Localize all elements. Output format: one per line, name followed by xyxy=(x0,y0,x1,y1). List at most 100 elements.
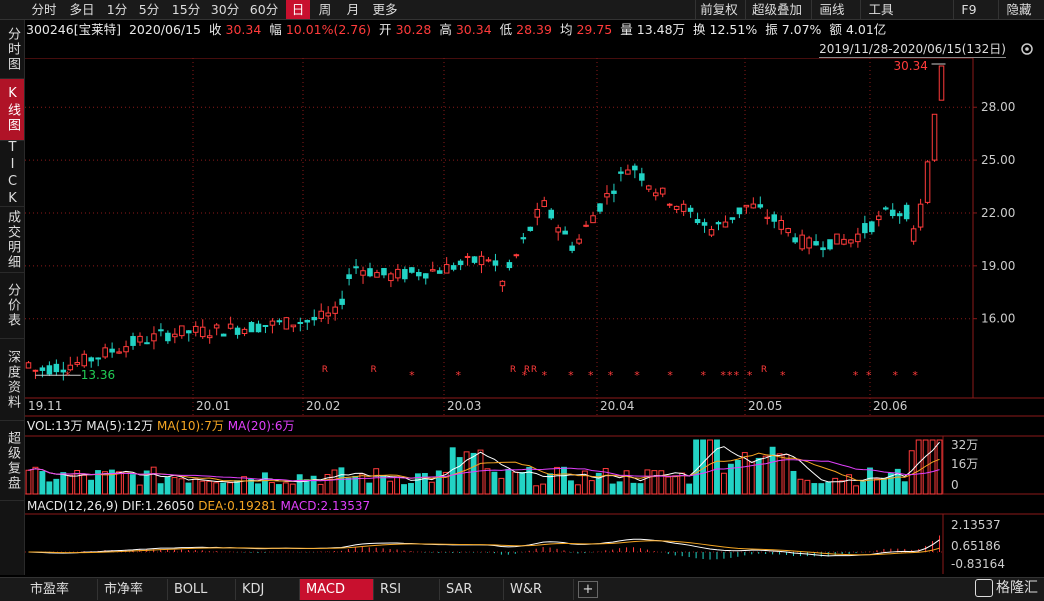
indicator-tab-4[interactable]: MACD xyxy=(300,579,374,600)
indicator-tab-2[interactable]: BOLL xyxy=(168,579,236,600)
timeframe-tab-5[interactable]: 30分 xyxy=(208,0,242,19)
candle-body xyxy=(764,216,771,219)
volume-bar xyxy=(915,439,922,495)
timeframe-tab-4[interactable]: 15分 xyxy=(166,0,206,19)
volume-legend: VOL:13万 MA(5):12万 MA(10):7万 MA(20):6万 xyxy=(27,418,295,434)
event-star-marker: * xyxy=(734,369,740,382)
vol-value: 13.48万 xyxy=(636,22,686,37)
volume-bar xyxy=(366,482,373,495)
left-tab-0[interactable]: 分时图 xyxy=(0,20,24,79)
candle-body xyxy=(903,204,910,220)
volume-bar xyxy=(39,471,46,495)
candle-body xyxy=(332,306,338,314)
toolbar-right-0[interactable]: 前复权 xyxy=(695,0,742,19)
date-tick-label: 20.02 xyxy=(306,399,340,413)
toolbar-right-5[interactable]: 隐藏 xyxy=(998,0,1039,19)
volume-bar xyxy=(839,480,846,495)
left-tab-1[interactable]: K线图 xyxy=(0,79,24,141)
timeframe-tab-9[interactable]: 月 xyxy=(340,0,366,19)
volume-bar xyxy=(554,466,560,495)
volume-bar xyxy=(867,467,873,495)
indicator-tab-6[interactable]: SAR xyxy=(440,579,504,600)
add-indicator-button[interactable]: + xyxy=(578,581,598,598)
candle-body xyxy=(687,207,694,212)
candle-body xyxy=(374,272,380,278)
indicator-tab-3[interactable]: KDJ xyxy=(236,579,300,600)
candle-body xyxy=(604,193,610,198)
volume-bar xyxy=(665,476,672,495)
candle-body xyxy=(290,324,297,328)
event-r-marker: R xyxy=(524,365,530,375)
candle-body xyxy=(576,238,582,244)
candle-body xyxy=(248,322,255,333)
candle-body xyxy=(172,333,178,338)
volume-bar xyxy=(394,476,401,495)
volume-bar xyxy=(853,485,860,495)
event-star-marker: * xyxy=(727,369,733,382)
timeframe-tab-6[interactable]: 60分 xyxy=(244,0,284,19)
toolbar-right-1[interactable]: 超级叠加 xyxy=(745,0,808,19)
volume-bar xyxy=(880,477,887,495)
vol-legend-ma5: MA(5):12万 xyxy=(86,419,154,433)
left-tab-6[interactable]: 超级复盘 xyxy=(0,421,24,501)
volume-bar xyxy=(832,477,839,495)
volume-bar xyxy=(268,482,275,495)
price-tick-label: 16.00 xyxy=(981,312,1015,326)
volume-bar xyxy=(60,472,67,495)
timeframe-tab-10[interactable]: 更多 xyxy=(368,0,402,19)
timeframe-tab-3[interactable]: 5分 xyxy=(134,0,164,19)
candle-body xyxy=(590,215,596,224)
candle-body xyxy=(32,369,39,372)
candle-body xyxy=(771,214,778,222)
volume-bar xyxy=(435,470,442,495)
volume-bar xyxy=(783,454,790,495)
candle-body xyxy=(855,233,861,243)
indicator-tab-7[interactable]: W&R xyxy=(504,579,574,600)
event-star-marker: * xyxy=(456,369,462,382)
timeframe-tab-1[interactable]: 多日 xyxy=(64,0,100,19)
candle-body xyxy=(841,238,847,245)
timeframe-tab-8[interactable]: 周 xyxy=(312,0,338,19)
toolbar-right-4[interactable]: F9 xyxy=(953,0,984,19)
left-tab-5[interactable]: 深度资料 xyxy=(0,339,24,421)
date-range-label[interactable]: 2019/11/28-2020/06/15(132日) xyxy=(819,41,1006,58)
volume-bar xyxy=(414,473,421,495)
event-star-marker: * xyxy=(542,369,548,382)
volume-bar xyxy=(651,470,658,495)
event-r-marker: R xyxy=(531,365,537,375)
toolbar-right-2[interactable]: 画线 xyxy=(811,0,852,19)
timeframe-tab-0[interactable]: 分时 xyxy=(26,0,62,19)
settings-gear-icon[interactable] xyxy=(1018,41,1038,57)
indicator-tab-1[interactable]: 市净率 xyxy=(98,579,168,600)
date-tick-label: 20.05 xyxy=(748,399,782,413)
vol-label: 量 xyxy=(620,22,633,37)
volume-bar xyxy=(53,478,60,495)
candle-body xyxy=(729,217,736,220)
left-tab-3[interactable]: 成交明细 xyxy=(0,207,24,273)
timeframe-tab-7[interactable]: 日 xyxy=(286,0,310,19)
left-tab-2[interactable]: TICK xyxy=(0,140,24,208)
event-star-marker: * xyxy=(409,369,415,382)
toolbar-right-3[interactable]: 工具 xyxy=(860,0,901,19)
event-r-marker: R xyxy=(510,365,516,375)
volume-bar xyxy=(345,477,352,495)
candle-body xyxy=(896,213,903,217)
left-tab-4[interactable]: 分价表 xyxy=(0,273,24,339)
event-star-marker: * xyxy=(701,369,707,382)
indicator-tab-0[interactable]: 市盈率 xyxy=(24,579,98,600)
candle-body xyxy=(785,228,791,234)
volume-bar xyxy=(185,482,192,495)
volume-bar xyxy=(122,472,129,495)
timeframe-tab-2[interactable]: 1分 xyxy=(102,0,132,19)
quote-date: 2020/06/15 xyxy=(128,22,202,37)
volume-bar xyxy=(206,480,213,495)
indicator-tab-5[interactable]: RSI xyxy=(374,579,440,600)
price-tick-label: 28.00 xyxy=(981,100,1015,114)
candle-body xyxy=(297,321,304,324)
macd-tick-label: 0.65186 xyxy=(951,539,1001,553)
volume-bar xyxy=(275,484,282,495)
high-label: 高 xyxy=(439,22,452,37)
volume-bar xyxy=(540,483,547,495)
event-star-marker: * xyxy=(65,369,71,382)
vol-ma5-line xyxy=(28,441,940,483)
